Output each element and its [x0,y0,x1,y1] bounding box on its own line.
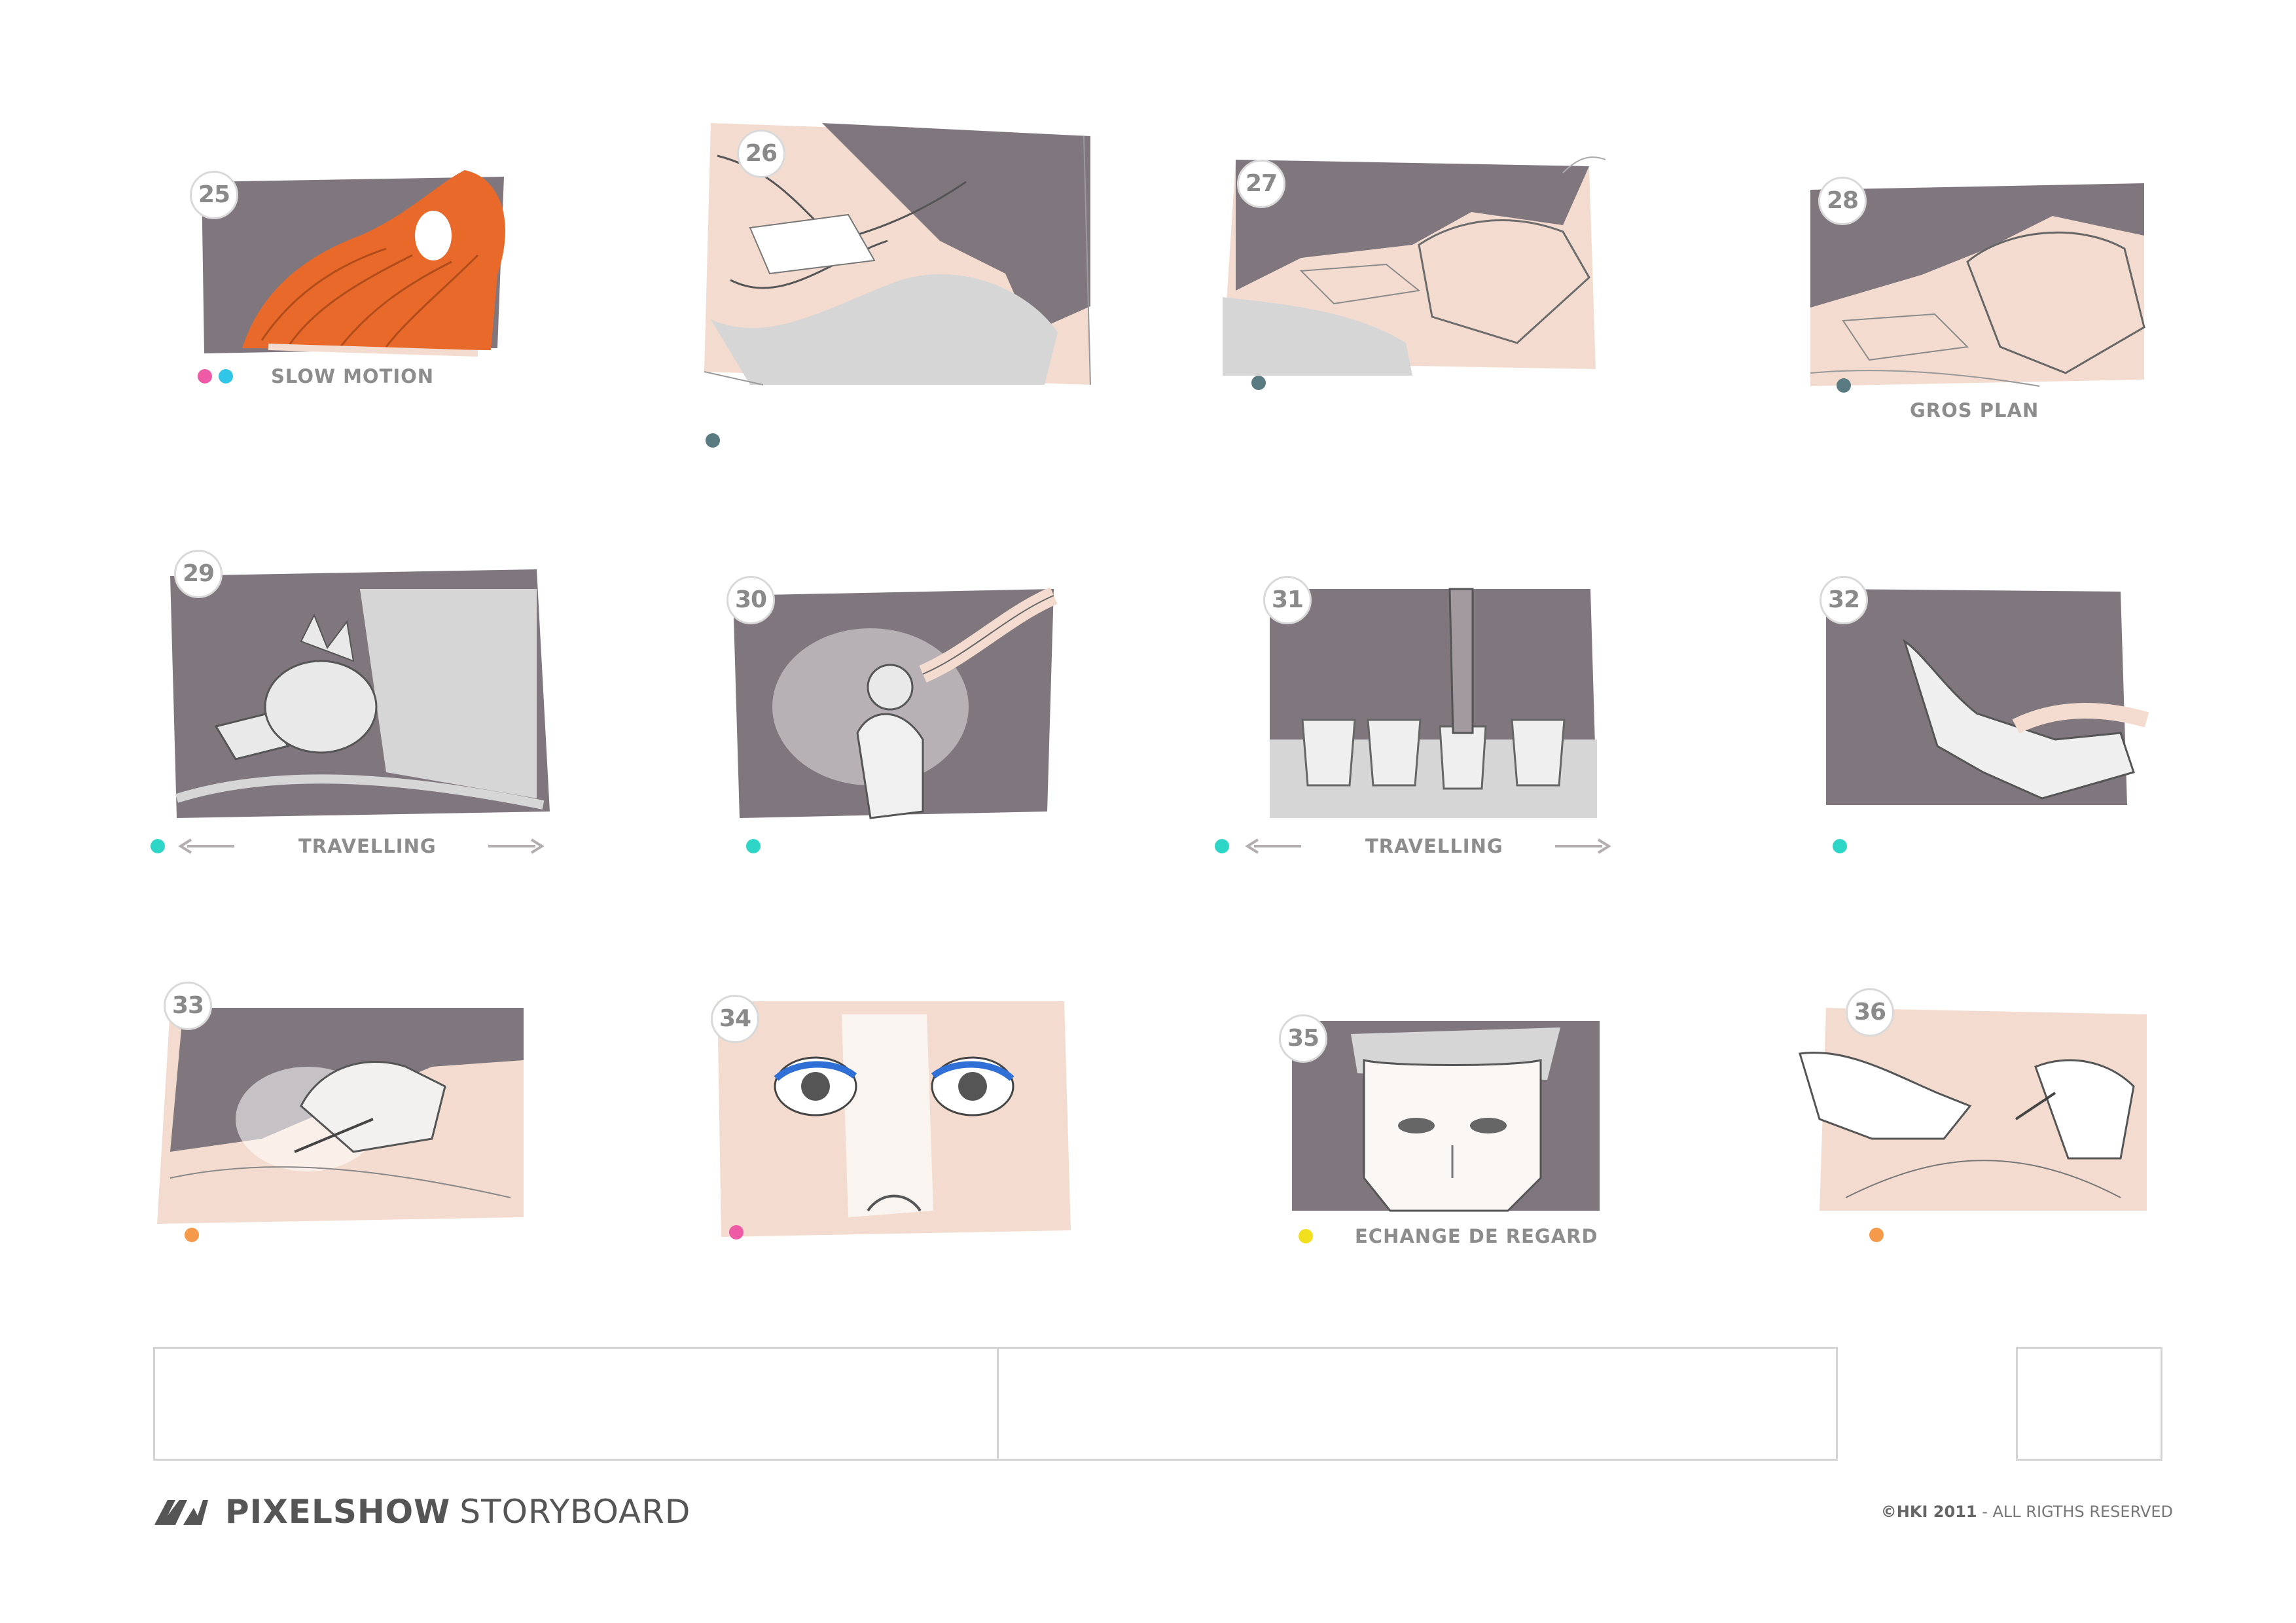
panel-25-color-dot-2 [219,369,233,383]
panel-29-color-dot [151,839,165,853]
panel-31-color-dot [1215,839,1229,853]
panel-35: 35 [1279,1014,1606,1224]
panel-25-caption: SLOW MOTION [271,365,435,387]
copyright-holder: ©HKI 2011 [1880,1503,1977,1521]
brand-name: PIXELSHOW [225,1493,451,1531]
panel-32: 32 [1820,576,2160,838]
panel-28: 28 GROS PLAN [1804,177,2157,438]
panel-25-number: 25 [190,171,238,219]
panel-27-number: 27 [1237,160,1285,208]
panel-28-caption: GROS PLAN [1910,399,2039,421]
panel-36-color-dot [1869,1228,1884,1242]
panel-31-arrow-left-icon [1245,838,1301,854]
panel-27: 27 [1223,147,1628,402]
page-number-box[interactable] [2016,1347,2162,1461]
panel-29-arrow-left-icon [178,838,234,854]
panel-36: 36 [1793,988,2160,1250]
panel-29-arrow-right-icon [488,838,545,854]
panel-30: 30 [726,576,1080,851]
panel-36-sketch [1799,1008,2147,1211]
storyboard-sheet: 25 SLOW MOTION 26 27 28 GROS PLAN 29 TRA… [0,0,2296,1623]
notes-box-right[interactable] [999,1349,1836,1459]
panel-34-sketch [717,1001,1071,1237]
panel-33-color-dot [185,1228,199,1242]
panel-26-color-dot [706,433,720,448]
panel-31-caption: TRAVELLING [1365,835,1503,857]
panel-35-sketch [1292,1021,1600,1212]
panel-31-number: 31 [1263,576,1312,624]
panel-25: 25 SLOW MOTION [190,157,530,393]
brand: PIXELSHOW STORYBOARD [153,1492,691,1531]
panel-33-sketch [157,1008,524,1224]
panel-25-sketch [202,170,505,357]
copyright: ©HKI 2011 - ALL RIGTHS RESERVED [1881,1503,2173,1521]
panel-34-color-dot [729,1225,744,1240]
panel-35-number: 35 [1279,1014,1327,1063]
panel-31-arrow-right-icon [1555,838,1611,854]
panel-32-number: 32 [1820,576,1868,624]
panel-34-number: 34 [711,995,759,1043]
panel-27-color-dot [1251,376,1266,390]
panel-29: 29 [151,550,556,864]
copyright-rights: - ALL RIGTHS RESERVED [1977,1503,2173,1521]
panel-29-caption: TRAVELLING [298,835,437,857]
brand-subtitle: STORYBOARD [459,1493,691,1531]
panel-30-sketch [733,587,1058,819]
panel-30-color-dot [746,839,761,853]
panel-31: 31 [1263,576,1630,838]
notes-panel [153,1347,1838,1461]
panel-34: 34 [711,995,1081,1257]
panel-32-color-dot [1833,839,1847,853]
pixelshow-logo-icon [154,1500,208,1525]
panel-29-sketch [170,569,550,818]
panel-35-color-dot [1299,1229,1313,1243]
panel-31-sketch [1270,588,1597,818]
panel-26-number: 26 [737,130,785,178]
panel-29-number: 29 [174,550,223,598]
panel-32-sketch [1826,589,2149,805]
panel-33-number: 33 [164,982,212,1030]
panel-35-caption: ECHANGE DE REGARD [1355,1225,1598,1247]
panel-26: 26 [691,110,1103,450]
panel-28-number: 28 [1818,177,1867,225]
panel-30-number: 30 [726,576,775,624]
panel-33: 33 [157,982,537,1243]
panel-36-number: 36 [1846,988,1894,1037]
notes-box-left[interactable] [155,1349,997,1459]
panel-25-color-dot-1 [198,369,212,383]
panel-28-color-dot [1837,378,1851,393]
